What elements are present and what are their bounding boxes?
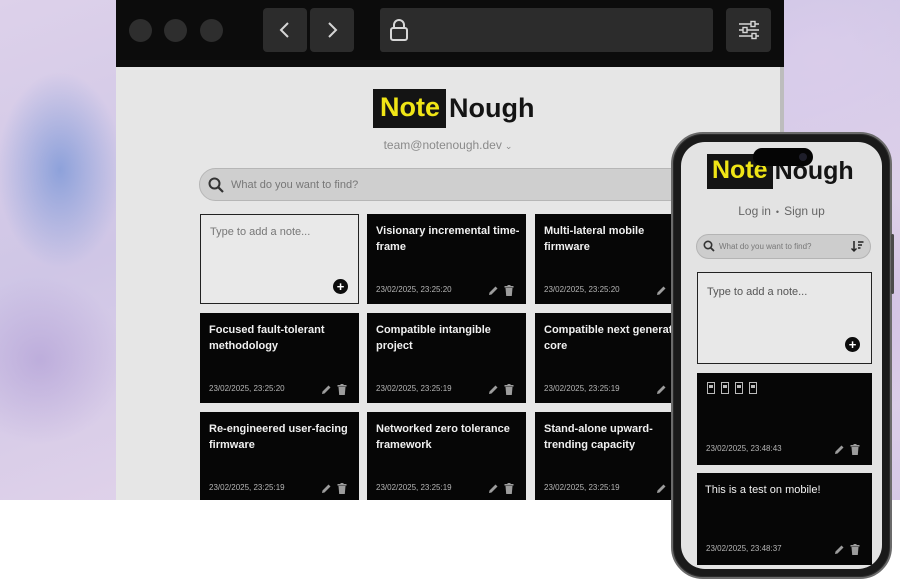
- note-title: Multi-lateral mobile firmware: [544, 225, 645, 253]
- add-note-button[interactable]: +: [333, 279, 348, 294]
- account-email: team@notenough.dev: [383, 138, 502, 152]
- note-card[interactable]: Focused fault-tolerant methodology 23/02…: [200, 313, 359, 403]
- settings-button[interactable]: [726, 8, 771, 52]
- missing-glyph-icon: [749, 382, 757, 394]
- note-date: 23/02/2025, 23:25:19: [376, 384, 452, 393]
- auth-separator: •: [775, 207, 780, 217]
- trash-icon[interactable]: [337, 483, 347, 494]
- new-note-placeholder: Type to add a note...: [707, 286, 808, 298]
- sliders-icon: [738, 20, 759, 40]
- search-icon: [703, 240, 715, 252]
- address-bar[interactable]: [380, 8, 713, 52]
- note-card[interactable]: Visionary incremental time-frame 23/02/2…: [367, 214, 526, 304]
- dynamic-island: [753, 148, 813, 166]
- chevron-down-icon: ⌄: [504, 141, 513, 151]
- note-date: 23/02/2025, 23:25:20: [544, 285, 620, 294]
- pencil-icon[interactable]: [834, 444, 845, 455]
- logo-nough-part: Nough: [449, 93, 535, 123]
- note-date: 23/02/2025, 23:25:19: [209, 483, 285, 492]
- note-card[interactable]: Re-engineered user-facing firmware 23/02…: [200, 412, 359, 500]
- logo-note-part: Note: [373, 89, 446, 128]
- window-maximize-dot[interactable]: [200, 19, 223, 42]
- login-link[interactable]: Log in: [738, 204, 771, 218]
- forward-button[interactable]: [310, 8, 354, 52]
- trash-icon[interactable]: [504, 483, 514, 494]
- pencil-icon[interactable]: [656, 384, 667, 395]
- chevron-right-icon: [328, 22, 338, 38]
- new-note-input[interactable]: Type to add a note... +: [697, 272, 872, 364]
- note-date: 23/02/2025, 23:25:20: [376, 285, 452, 294]
- search-placeholder: What do you want to find?: [231, 179, 359, 191]
- pencil-icon[interactable]: [488, 384, 499, 395]
- notenough-logo: Note Nough: [373, 89, 534, 128]
- pencil-icon[interactable]: [321, 384, 332, 395]
- search-placeholder: What do you want to find?: [719, 242, 812, 251]
- note-date: 23/02/2025, 23:25:20: [209, 384, 285, 393]
- browser-toolbar: [116, 0, 784, 67]
- note-title: This is a test on mobile!: [705, 484, 821, 496]
- auth-links: Log in • Sign up: [681, 204, 882, 218]
- missing-glyph-icon: [707, 382, 715, 394]
- note-title: Networked zero tolerance framework: [376, 423, 510, 451]
- sort-icon[interactable]: [851, 240, 864, 252]
- note-title: Focused fault-tolerant methodology: [209, 324, 325, 352]
- note-date: 23/02/2025, 23:25:19: [376, 483, 452, 492]
- search-icon: [208, 177, 224, 193]
- trash-icon[interactable]: [504, 384, 514, 395]
- trash-icon[interactable]: [850, 544, 860, 555]
- mobile-phone-frame: Note Nough Log in • Sign up What do you wa…: [671, 132, 894, 579]
- window-close-dot[interactable]: [129, 19, 152, 42]
- chevron-left-icon: [279, 22, 289, 38]
- lock-icon: [390, 19, 408, 41]
- search-input[interactable]: What do you want to find?: [199, 168, 699, 201]
- note-title: Visionary incremental time-frame: [376, 225, 520, 253]
- note-title: Compatible next generati core: [544, 324, 676, 352]
- note-emoji-glyphs: [707, 382, 757, 394]
- pencil-icon[interactable]: [488, 483, 499, 494]
- add-note-button[interactable]: +: [845, 337, 860, 352]
- new-note-placeholder: Type to add a note...: [210, 226, 311, 238]
- signup-link[interactable]: Sign up: [784, 204, 825, 218]
- search-input[interactable]: What do you want to find?: [696, 234, 871, 259]
- pencil-icon[interactable]: [321, 483, 332, 494]
- note-title: Compatible intangible project: [376, 324, 491, 352]
- pencil-icon[interactable]: [656, 483, 667, 494]
- note-date: 23/02/2025, 23:25:19: [544, 384, 620, 393]
- note-card[interactable]: 23/02/2025, 23:48:43: [697, 373, 872, 465]
- window-minimize-dot[interactable]: [164, 19, 187, 42]
- pencil-icon[interactable]: [834, 544, 845, 555]
- pencil-icon[interactable]: [656, 285, 667, 296]
- note-title: Re-engineered user-facing firmware: [209, 423, 348, 451]
- camera-icon: [799, 153, 807, 161]
- note-date: 23/02/2025, 23:48:43: [706, 444, 782, 453]
- note-title: Stand-alone upward-trending capacity: [544, 423, 653, 451]
- pencil-icon[interactable]: [488, 285, 499, 296]
- missing-glyph-icon: [721, 382, 729, 394]
- trash-icon[interactable]: [504, 285, 514, 296]
- back-button[interactable]: [263, 8, 307, 52]
- mobile-screen: Note Nough Log in • Sign up What do you wa…: [681, 142, 882, 569]
- note-card[interactable]: This is a test on mobile! 23/02/2025, 23…: [697, 473, 872, 565]
- missing-glyph-icon: [735, 382, 743, 394]
- new-note-input[interactable]: Type to add a note... +: [200, 214, 359, 304]
- phone-side-button: [891, 234, 894, 294]
- trash-icon[interactable]: [337, 384, 347, 395]
- note-card[interactable]: Compatible intangible project 23/02/2025…: [367, 313, 526, 403]
- trash-icon[interactable]: [850, 444, 860, 455]
- note-date: 23/02/2025, 23:25:19: [544, 483, 620, 492]
- note-card[interactable]: Networked zero tolerance framework 23/02…: [367, 412, 526, 500]
- note-date: 23/02/2025, 23:48:37: [706, 544, 782, 553]
